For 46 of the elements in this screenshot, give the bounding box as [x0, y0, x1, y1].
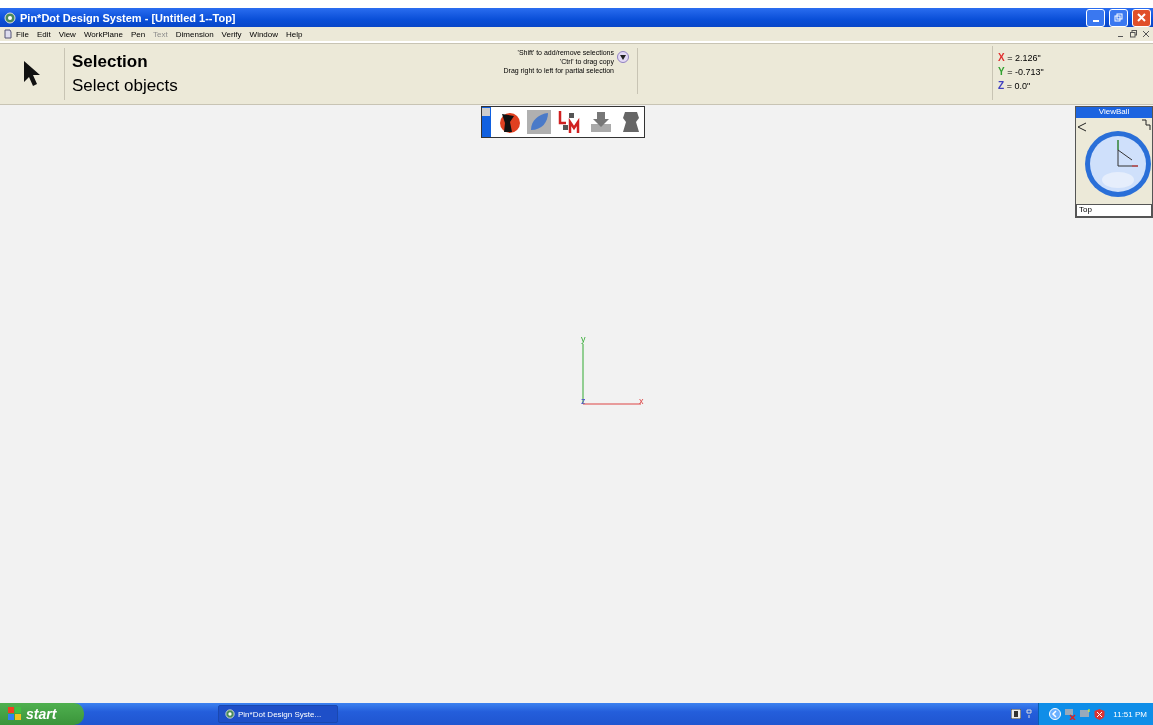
- coordinate-readout: Z = 0.0": [998, 80, 1032, 91]
- download-tool-icon[interactable]: [588, 110, 613, 134]
- dropdown-button[interactable]: [617, 51, 629, 63]
- drawing-canvas[interactable]: ViewBall Top y z x: [0, 105, 1153, 703]
- menu-item[interactable]: Pen: [126, 29, 150, 39]
- window-title: Pin*Dot Design System - [Untitled 1--Top]: [20, 11, 237, 24]
- coordinate-readout: Y = -0.713": [998, 66, 1044, 77]
- tool-name: Selection: [72, 52, 149, 72]
- connection-icon[interactable]: [1026, 709, 1033, 719]
- menu-item[interactable]: WorkPlane: [79, 29, 127, 39]
- menu-item[interactable]: File: [12, 29, 33, 39]
- restore-button[interactable]: [1109, 8, 1128, 27]
- panel-title: ViewBall: [1076, 107, 1152, 118]
- axes-drawing: [582, 343, 642, 405]
- layout-tool-icon[interactable]: [557, 110, 582, 134]
- minimize-icon: [1092, 19, 1099, 22]
- close-icon[interactable]: [1143, 30, 1149, 38]
- menu-item[interactable]: Help: [282, 29, 307, 39]
- minimize-button[interactable]: [1086, 8, 1105, 27]
- leaf-tool-icon[interactable]: [527, 110, 552, 134]
- shield-icon[interactable]: [1094, 708, 1106, 720]
- close-icon: [1137, 13, 1146, 22]
- clock: 11:51 PM: [1113, 709, 1147, 719]
- app-logo-icon: [4, 11, 16, 24]
- taskbar-button[interactable]: Pin*Dot Design Syste...: [218, 705, 338, 723]
- app-logo-icon: [225, 709, 235, 719]
- windows-logo-icon: [8, 707, 22, 721]
- menu-item[interactable]: Window: [245, 29, 283, 39]
- coordinate-readout: X = 2.126": [998, 52, 1042, 63]
- axis-label: z: [581, 397, 586, 406]
- network-icon[interactable]: [1064, 708, 1077, 720]
- restore-icon: [1114, 13, 1123, 22]
- axis-label: x: [639, 397, 644, 406]
- tool-description: Select objects: [72, 76, 179, 96]
- menu-item[interactable]: Edit: [32, 29, 55, 39]
- document-icon[interactable]: [4, 29, 12, 39]
- close-button[interactable]: [1132, 8, 1151, 27]
- collapse-icon[interactable]: [1049, 708, 1062, 720]
- help-icon[interactable]: [1011, 709, 1022, 719]
- view-selector[interactable]: Top: [1076, 204, 1152, 217]
- restore-icon[interactable]: [1130, 30, 1137, 38]
- palette-handle-icon[interactable]: [482, 108, 490, 116]
- menu-item[interactable]: Verify: [217, 29, 246, 39]
- menu-item[interactable]: View: [54, 29, 80, 39]
- menu-item[interactable]: Dimension: [171, 29, 218, 39]
- axis-label: y: [581, 335, 586, 344]
